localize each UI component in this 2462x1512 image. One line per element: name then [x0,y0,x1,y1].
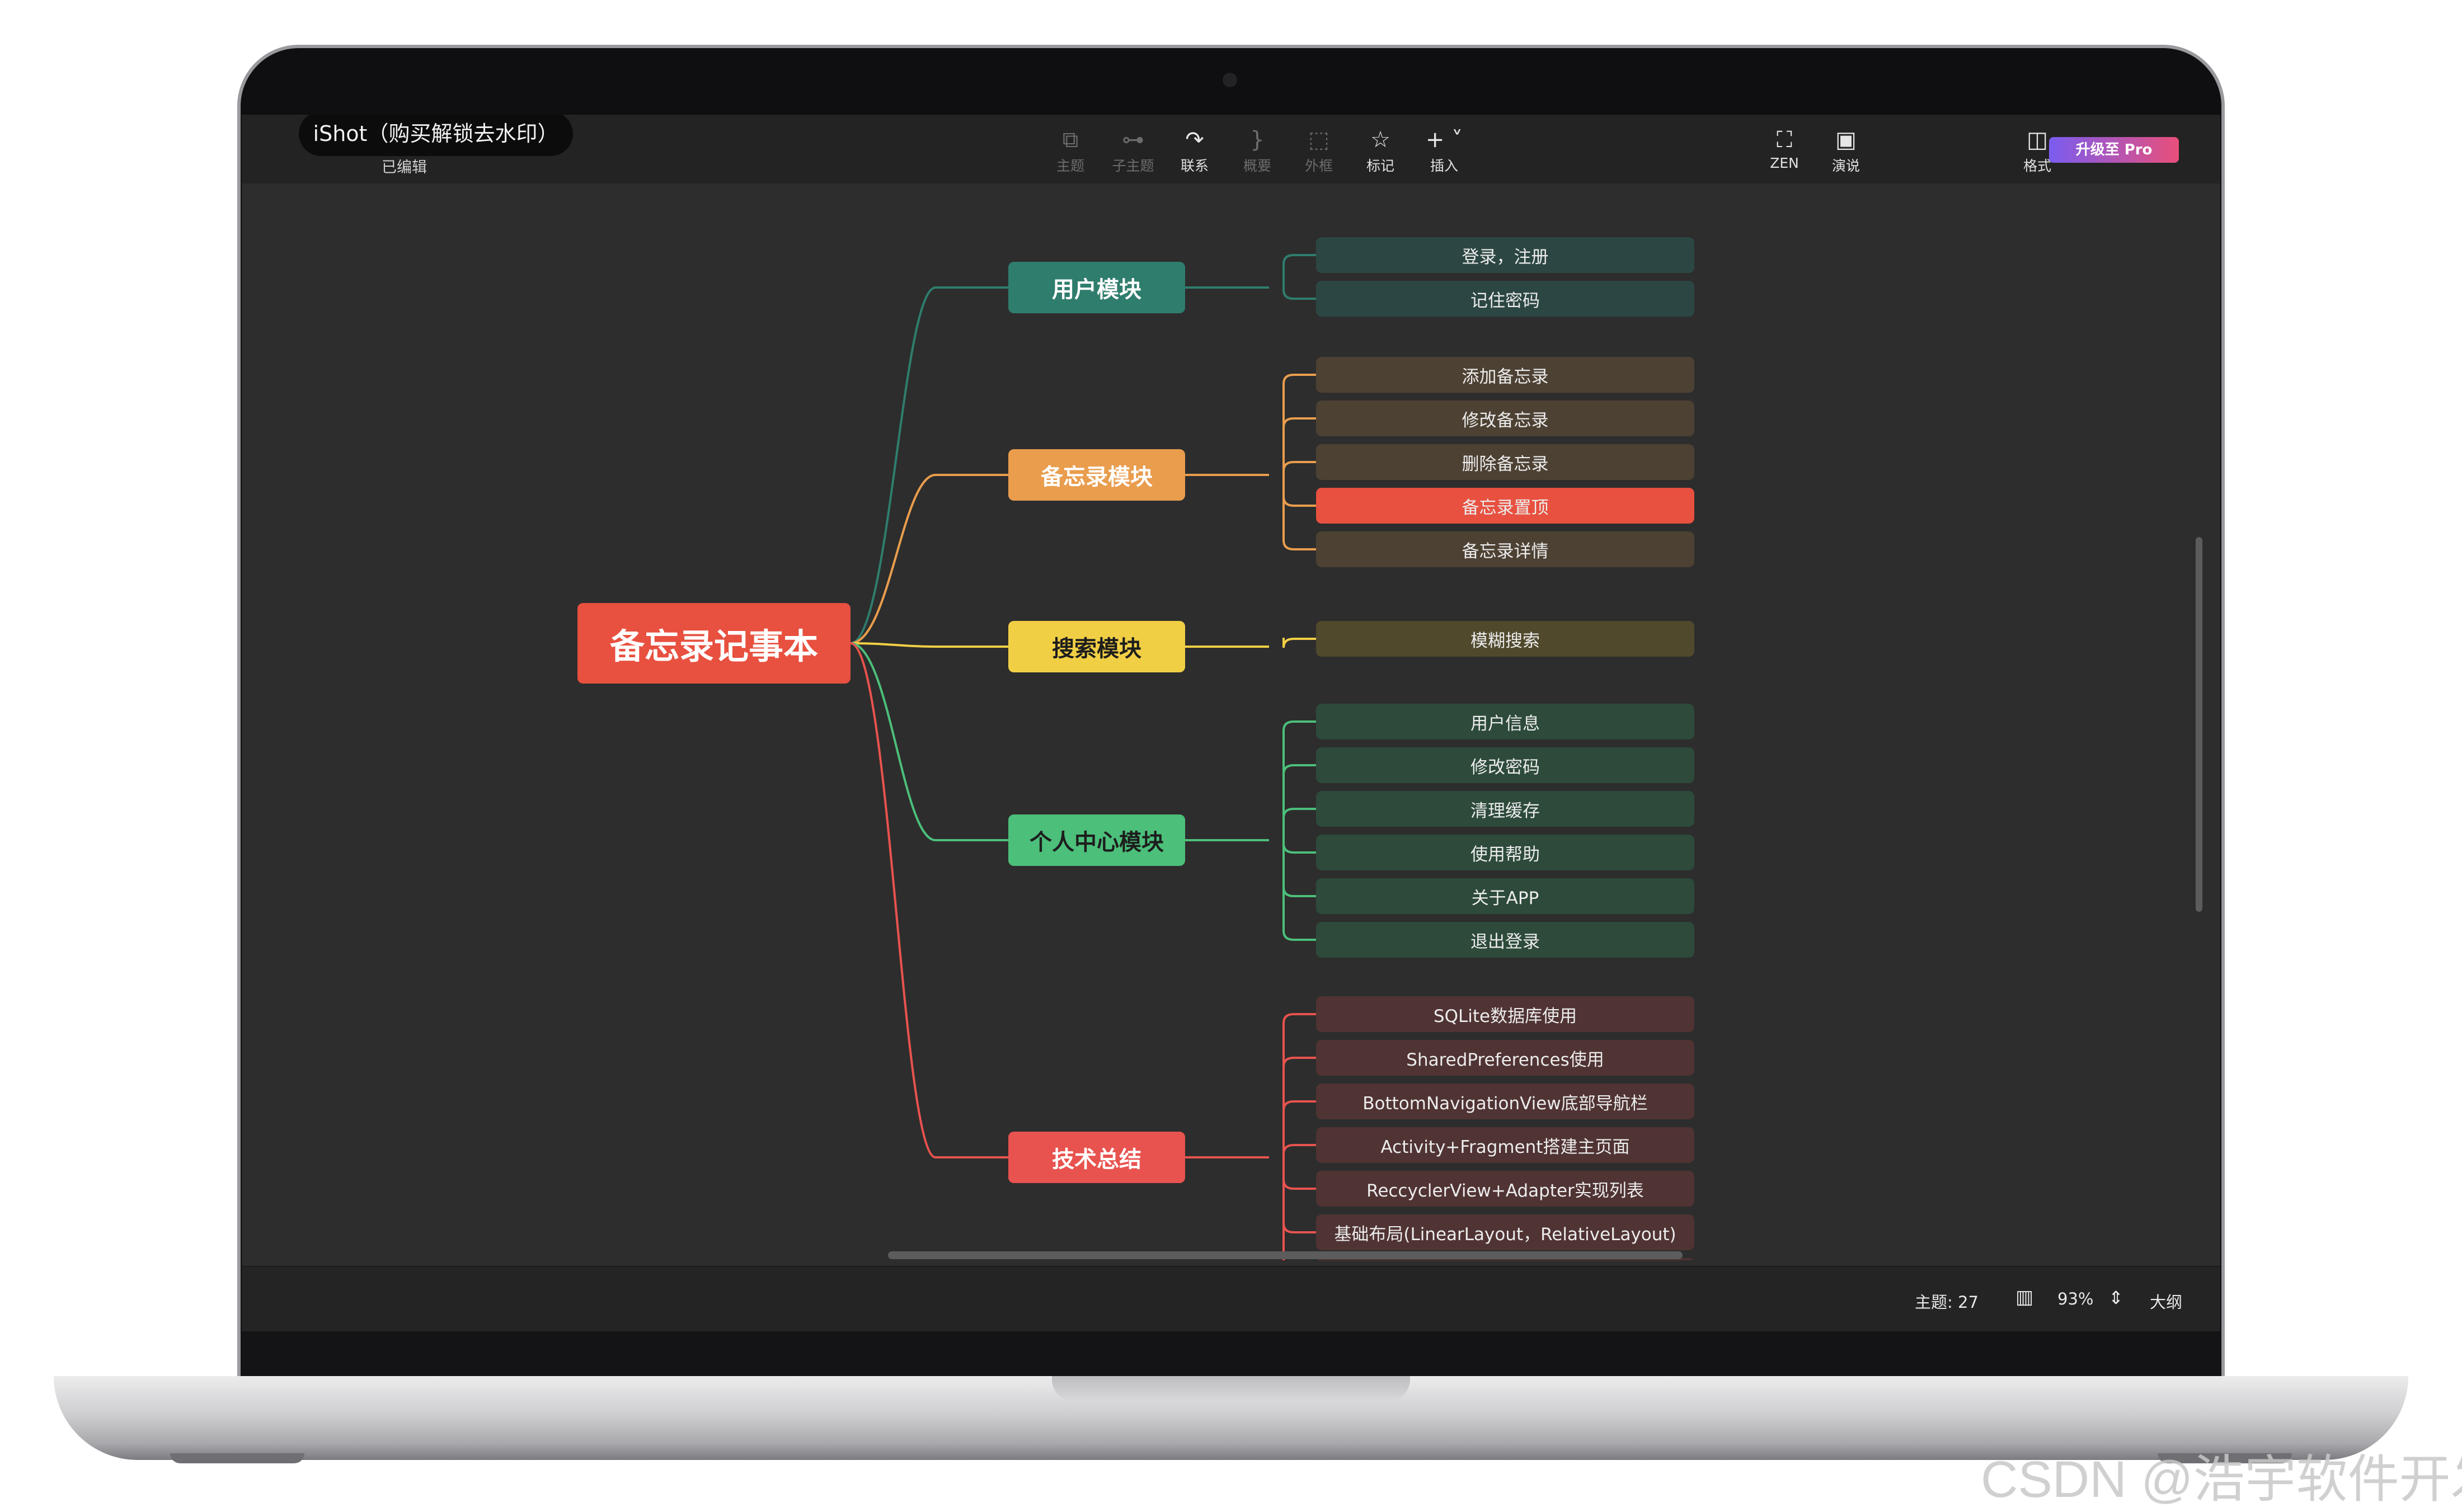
branch-connector [850,286,1008,644]
csdn-watermark: CSDN @浩宇软件开发 [1981,1451,2462,1508]
root-topic[interactable]: 备忘录记事本 [577,603,851,684]
leaf-connector [1282,1057,1316,1067]
subtopic-item[interactable]: 使用帮助 [1316,835,1694,870]
subtopic-item[interactable]: BottomNavigationView底部导航栏 [1316,1084,1694,1119]
branch-connector [850,642,1008,841]
mindmap-connectors [850,254,1316,1260]
top-toolbar: iShot（购买解锁去水印） 已编辑 ⧉ 主题 ⊶ 子主题 ↷ 联系 } 概要 … [242,115,2220,183]
map-icon[interactable]: ▥ [2015,1286,2033,1308]
leaf-connector [1282,417,1316,428]
boundary-button[interactable]: ⬚ 外框 [1288,126,1350,175]
leaf-connector [1282,764,1316,775]
leaf-connector [1282,1100,1316,1111]
subtopic-button[interactable]: ⊶ 子主题 [1102,126,1164,175]
branch-topic[interactable]: 技术总结 [1008,1132,1185,1183]
subtopic-item[interactable]: ReccyclerView+Adapter实现列表 [1316,1171,1694,1207]
horizontal-scrollbar[interactable] [888,1251,1683,1259]
app-screen: iShot（购买解锁去水印） 已编辑 ⧉ 主题 ⊶ 子主题 ↷ 联系 } 概要 … [242,115,2220,1331]
leaf-connector [1282,638,1316,648]
topic-count: 主题: 27 [1915,1293,1979,1312]
subtopic-item[interactable]: 修改密码 [1316,747,1694,783]
leaf-connector [1282,374,1316,384]
subtopic-icon: ⊶ [1122,127,1144,153]
subtopic-item[interactable]: 基础布局(LinearLayout，RelativeLayout) [1316,1214,1694,1250]
subtopic-item[interactable]: 删除备忘录 [1316,444,1694,480]
subtopic-item[interactable]: 模糊搜索 [1316,621,1694,657]
leaf-connector [1282,887,1316,897]
leaf-connector [1282,289,1316,300]
branch-topic[interactable]: 备忘录模块 [1008,449,1185,501]
leaf-connector [1282,1223,1316,1233]
leaf-connector [1282,930,1316,941]
subtopic-item[interactable]: 备忘录置顶 [1316,488,1694,524]
ishot-watermark-pill: iShot（购买解锁去水印） [299,115,573,156]
subtopic-item[interactable]: 登录，注册 [1316,237,1694,273]
subtopic-item[interactable]: 清理缓存 [1316,791,1694,827]
play-icon: ▣ [1835,127,1857,153]
laptop-base-notch [1052,1376,1410,1402]
leaf-connector [1282,1179,1316,1190]
zoom-stepper-icon[interactable]: ⇕ [2108,1287,2123,1308]
leaf-connector [1282,540,1316,550]
subtopic-item[interactable]: 用户信息 [1316,704,1694,739]
zoom-level[interactable]: 93% [2057,1289,2093,1308]
camera-icon [1223,73,1237,87]
leaf-connector [1282,1144,1316,1155]
boundary-icon: ⬚ [1308,127,1329,153]
branch-topic[interactable]: 个人中心模块 [1008,814,1185,866]
insert-button[interactable]: + ˅ 插入 [1413,126,1475,175]
relationship-icon: ↷ [1185,127,1204,153]
subtopic-item[interactable]: Activity+Fragment搭建主页面 [1316,1127,1694,1163]
branch-connector [850,474,1008,644]
summary-button[interactable]: } 概要 [1227,126,1288,175]
leaf-connector [1282,254,1316,265]
subtopic-item[interactable]: SQLite数据库使用 [1316,996,1694,1032]
leaf-connector [1282,808,1316,818]
branch-connector [850,642,1008,648]
subtopic-item[interactable]: 添加备忘录 [1316,357,1694,393]
branch-connector [850,642,1008,1158]
leaf-connector [1282,496,1316,507]
marker-button[interactable]: ☆ 标记 [1350,126,1411,175]
branch-topic[interactable]: 搜索模块 [1008,621,1185,672]
subtopic-item[interactable]: 记住密码 [1316,281,1694,317]
mindmap-canvas[interactable]: 备忘录记事本 用户模块 登录，注册记住密码备忘录模块 添加备忘录修改备忘录删除备忘录备… [264,183,2187,1260]
subtopic-item[interactable]: SharedPreferences使用 [1316,1040,1694,1076]
summary-icon: } [1250,127,1265,153]
pitch-button[interactable]: ▣ 演说 [1815,126,1877,175]
topic-icon: ⧉ [1062,127,1079,153]
leaf-connector [1282,843,1316,854]
plus-icon: + ˅ [1425,127,1463,153]
topic-button[interactable]: ⧉ 主题 [1040,126,1101,175]
laptop-foot-left [170,1453,304,1463]
branch-topic[interactable]: 用户模块 [1008,262,1185,313]
subtopic-item[interactable]: 修改备忘录 [1316,401,1694,436]
relationship-button[interactable]: ↷ 联系 [1164,126,1225,175]
fullscreen-icon: ⛶ [1777,127,1792,153]
leaf-connector [1282,461,1316,472]
subtopic-item[interactable]: 备忘录详情 [1316,531,1694,567]
subtopic-item[interactable]: 关于APP [1316,878,1694,914]
outline-button[interactable]: 大纲 [2150,1289,2182,1313]
leaf-connector [1282,1013,1316,1024]
star-icon: ☆ [1370,127,1390,153]
document-status: 已编辑 [382,159,427,176]
leaf-connector [1282,720,1316,731]
vertical-scrollbar[interactable] [2196,537,2202,912]
status-bar: 主题: 27 ▥ 93% ⇕ 大纲 [242,1266,2220,1331]
upgrade-pro-button[interactable]: 升级至 Pro [2049,137,2179,163]
zen-button[interactable]: ⛶ ZEN [1754,126,1815,171]
subtopic-item[interactable]: 退出登录 [1316,922,1694,958]
